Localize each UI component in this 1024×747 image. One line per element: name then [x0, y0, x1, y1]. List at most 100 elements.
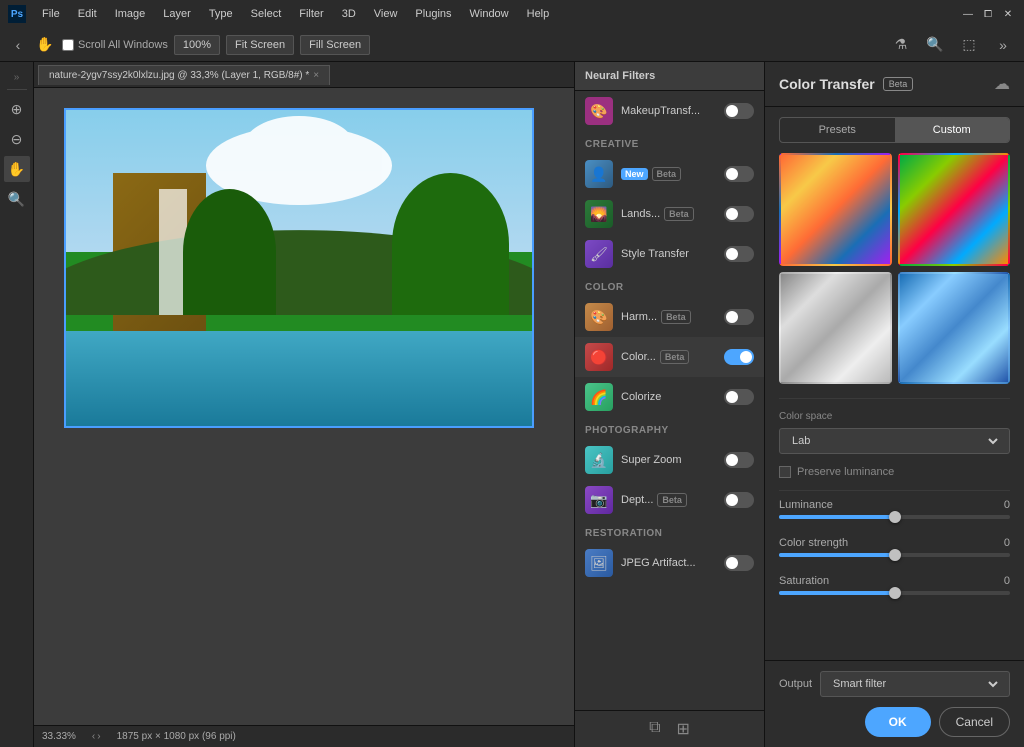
right-panel: Color Transfer Beta ☁ Presets Custom Col… — [764, 62, 1024, 747]
color-space-dropdown[interactable]: Lab RGB CMYK — [779, 428, 1010, 454]
menu-image[interactable]: Image — [107, 6, 154, 22]
search-tool[interactable]: 🔍 — [4, 186, 30, 212]
filter-item-style[interactable]: 🖌 Style Transfer — [575, 234, 764, 274]
tab-close-btn[interactable]: × — [313, 70, 319, 81]
filter-toggle-depth[interactable] — [724, 492, 754, 508]
back-nav[interactable]: ‹ — [8, 35, 28, 55]
right-panel-footer: Output Smart filter New layer Current la… — [765, 660, 1024, 747]
file-tab[interactable]: nature-2ygv7ssy2k0lxlzu.jpg @ 33,3% (Lay… — [38, 65, 330, 85]
filter-toggle-style[interactable] — [724, 246, 754, 262]
color-space-select[interactable]: Lab RGB CMYK — [788, 434, 1001, 448]
luminance-slider-thumb[interactable] — [889, 511, 901, 523]
colorstrength-label-row: Color strength 0 — [779, 537, 1010, 549]
canvas-content[interactable] — [34, 88, 574, 725]
fit-screen-btn[interactable]: Fit Screen — [226, 35, 294, 55]
filter-toggle-colortransfer[interactable] — [724, 349, 754, 365]
filter-item-harmonize[interactable]: 🎨 Harm... Beta — [575, 297, 764, 337]
menu-filter[interactable]: Filter — [291, 6, 331, 22]
filter-name-colortransfer: Color... — [621, 351, 656, 363]
menu-select[interactable]: Select — [243, 6, 290, 22]
thumbnail-sunset[interactable] — [779, 153, 892, 266]
workspace-icon[interactable]: ⬚ — [956, 32, 982, 58]
cloud-icon[interactable]: ☁ — [994, 74, 1010, 94]
menu-plugins[interactable]: Plugins — [407, 6, 459, 22]
right-panel-scroll[interactable]: Presets Custom Color space Lab RGB CMYK — [765, 107, 1024, 660]
saturation-slider-thumb[interactable] — [889, 587, 901, 599]
colorstrength-slider-track[interactable] — [779, 553, 1010, 557]
ok-button[interactable]: OK — [865, 707, 931, 737]
filter-toggle-makeup[interactable] — [724, 103, 754, 119]
thumbnail-abstract[interactable] — [898, 153, 1011, 266]
saturation-slider-track[interactable] — [779, 591, 1010, 595]
zoom-value-btn[interactable]: 100% — [174, 35, 220, 55]
filter-item-colorize[interactable]: 🌈 Colorize — [575, 377, 764, 417]
filter-toggle-faceage[interactable] — [724, 166, 754, 182]
tab-presets[interactable]: Presets — [780, 118, 895, 142]
colorstrength-slider-fill — [779, 553, 895, 557]
filter-toggle-colorize[interactable] — [724, 389, 754, 405]
luminance-label: Luminance — [779, 499, 833, 511]
filter-toggle-jpeg[interactable] — [724, 555, 754, 571]
filter-info-style: Style Transfer — [621, 248, 716, 260]
filter-item-depth[interactable]: 📷 Dept... Beta — [575, 480, 764, 520]
cancel-button[interactable]: Cancel — [939, 707, 1010, 737]
filter-toggle-harmonize[interactable] — [724, 309, 754, 325]
menu-bar[interactable]: File Edit Image Layer Type Select Filter… — [34, 6, 557, 22]
zoom-in-tool[interactable]: ⊕ — [4, 96, 30, 122]
hand-tool[interactable]: ✋ — [34, 34, 56, 56]
expand-icon[interactable]: » — [990, 32, 1016, 58]
filter-info-harmonize: Harm... Beta — [621, 310, 716, 324]
hand-tool-sidebar[interactable]: ✋ — [4, 156, 30, 182]
colorstrength-value: 0 — [1004, 537, 1010, 549]
flask-icon[interactable]: ⚗ — [888, 32, 914, 58]
menu-type[interactable]: Type — [201, 6, 241, 22]
status-next[interactable]: › — [97, 731, 100, 742]
scroll-all-windows-check[interactable]: Scroll All Windows — [62, 39, 168, 51]
menu-layer[interactable]: Layer — [155, 6, 199, 22]
filter-item-faceage[interactable]: 👤 New Beta — [575, 154, 764, 194]
sidebar-collapse-arrow[interactable]: » — [14, 72, 20, 83]
filter-icon-colorize: 🌈 — [585, 383, 613, 411]
maximize-button[interactable]: ⧠ — [980, 6, 996, 22]
luminance-slider-track[interactable] — [779, 515, 1010, 519]
thumbnail-blue[interactable] — [898, 272, 1011, 385]
filter-icon-landscape: 🌄 — [585, 200, 613, 228]
layers-icon[interactable]: ⊞ — [677, 719, 690, 739]
status-prev[interactable]: ‹ — [92, 731, 95, 742]
minimize-button[interactable]: — — [960, 6, 976, 22]
menu-help[interactable]: Help — [519, 6, 558, 22]
filter-item-makeup[interactable]: 🎨 MakeupTransf... — [575, 91, 764, 131]
zoom-percent: 33.33% — [42, 731, 76, 742]
filter-item-landscape[interactable]: 🌄 Lands... Beta — [575, 194, 764, 234]
close-button[interactable]: ✕ — [1000, 6, 1016, 22]
filter-item-colortransfer[interactable]: 🔴 Color... Beta — [575, 337, 764, 377]
image-canvas — [64, 108, 534, 428]
preset-custom-tabs[interactable]: Presets Custom — [779, 117, 1010, 143]
tab-custom[interactable]: Custom — [895, 118, 1010, 142]
menu-window[interactable]: Window — [462, 6, 517, 22]
scroll-all-checkbox[interactable] — [62, 39, 74, 51]
neural-filters-scroll[interactable]: 🎨 MakeupTransf... CREATIVE 👤 New Beta 🌄 — [575, 91, 764, 710]
filter-toggle-superzoom[interactable] — [724, 452, 754, 468]
badge-beta-landscape: Beta — [664, 207, 694, 221]
fill-screen-btn[interactable]: Fill Screen — [300, 35, 370, 55]
filter-item-jpeg[interactable]: 🖼 JPEG Artifact... — [575, 543, 764, 583]
window-controls[interactable]: — ⧠ ✕ — [960, 6, 1016, 22]
search-icon[interactable]: 🔍 — [922, 32, 948, 58]
filter-toggle-landscape[interactable] — [724, 206, 754, 222]
main-toolbar: ‹ ✋ Scroll All Windows 100% Fit Screen F… — [0, 28, 1024, 62]
preserve-luminance-checkbox[interactable] — [779, 466, 791, 478]
menu-edit[interactable]: Edit — [70, 6, 105, 22]
status-nav[interactable]: ‹ › — [92, 731, 101, 742]
output-select[interactable]: Smart filter New layer Current layer — [829, 677, 1001, 691]
zoom-out-tool[interactable]: ⊖ — [4, 126, 30, 152]
colorstrength-slider-thumb[interactable] — [889, 549, 901, 561]
neural-filters-title: Neural Filters — [585, 70, 655, 82]
filter-item-superzoom[interactable]: 🔬 Super Zoom — [575, 440, 764, 480]
thumbnail-bw[interactable] — [779, 272, 892, 385]
menu-file[interactable]: File — [34, 6, 68, 22]
output-select-dropdown[interactable]: Smart filter New layer Current layer — [820, 671, 1010, 697]
menu-view[interactable]: View — [366, 6, 406, 22]
menu-3d[interactable]: 3D — [334, 6, 364, 22]
compare-icon[interactable]: ⧉ — [649, 719, 660, 739]
